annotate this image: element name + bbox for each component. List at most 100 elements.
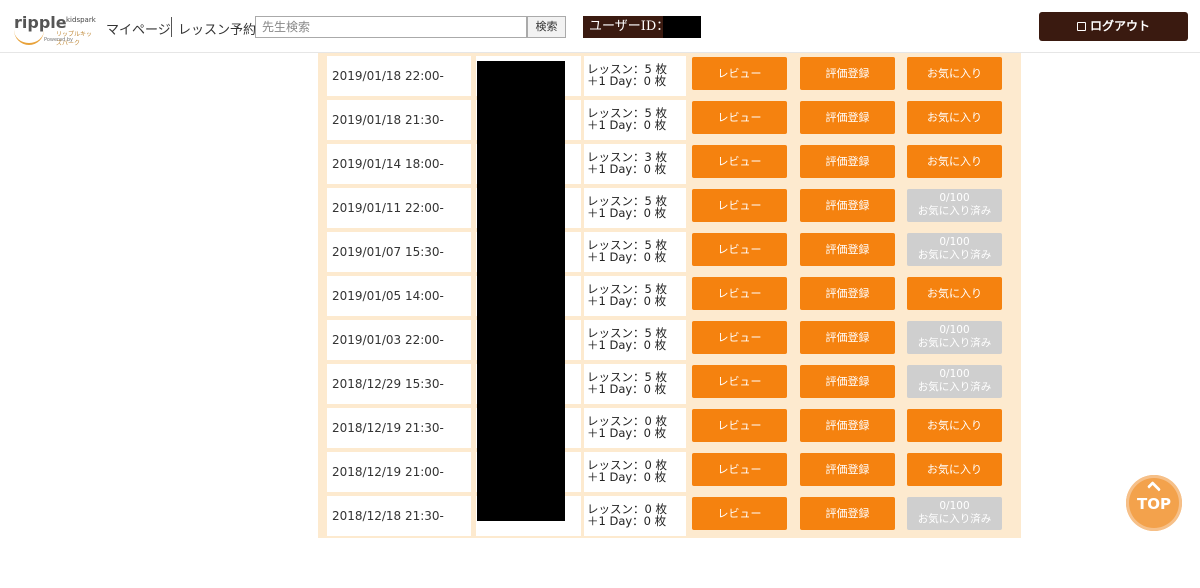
- review-button[interactable]: レビュー: [692, 101, 787, 134]
- ticket-info: レッスン：5 枚＋1 Day：0 枚: [584, 56, 686, 96]
- oneday-ticket-count: ＋1 Day：0 枚: [587, 382, 667, 396]
- lesson-date: 2019/01/18 22:00-: [327, 56, 471, 96]
- favorite-button[interactable]: お気に入り: [907, 277, 1002, 310]
- favorite-button[interactable]: お気に入り: [907, 145, 1002, 178]
- table-row: 2019/01/03 22:00- レッスン：5 枚＋1 Day：0 枚レビュー評…: [318, 319, 1021, 363]
- table-row: 2019/01/18 21:30- レッスン：5 枚＋1 Day：0 枚レビュー評…: [318, 99, 1021, 143]
- favorite-count: 0/100: [939, 324, 970, 336]
- favorited-button: 0/100 お気に入り済み: [907, 189, 1002, 222]
- table-row: 2019/01/07 15:30- レッスン：5 枚＋1 Day：0 枚レビュー評…: [318, 231, 1021, 275]
- logout-button[interactable]: ログアウト: [1039, 12, 1188, 41]
- oneday-ticket-count: ＋1 Day：0 枚: [587, 426, 667, 440]
- arrow-up-icon: [1146, 480, 1162, 496]
- ticket-info: レッスン：5 枚＋1 Day：0 枚: [584, 100, 686, 140]
- scroll-to-top-button[interactable]: TOP: [1126, 475, 1182, 531]
- ticket-info: レッスン：5 枚＋1 Day：0 枚: [584, 276, 686, 316]
- lesson-date: 2018/12/19 21:30-: [327, 408, 471, 448]
- logo-kids-text: kidspark: [66, 16, 96, 24]
- lesson-date: 2019/01/07 15:30-: [327, 232, 471, 272]
- user-id-redacted: [663, 16, 701, 38]
- review-button[interactable]: レビュー: [692, 365, 787, 398]
- favorited-button: 0/100 お気に入り済み: [907, 321, 1002, 354]
- oneday-ticket-count: ＋1 Day：0 枚: [587, 118, 667, 132]
- review-button[interactable]: レビュー: [692, 233, 787, 266]
- review-button[interactable]: レビュー: [692, 57, 787, 90]
- logo-powered-text: Powered by: [44, 37, 73, 43]
- favorited-button: 0/100 お気に入り済み: [907, 497, 1002, 530]
- table-row: 2018/12/18 21:30- レッスン：0 枚＋1 Day：0 枚レビュー評…: [318, 495, 1021, 539]
- header: ripple kidspark リップルキッズパーク Powered by マイ…: [0, 0, 1200, 53]
- favorited-button: 0/100 お気に入り済み: [907, 365, 1002, 398]
- favorite-button[interactable]: お気に入り: [907, 101, 1002, 134]
- evaluate-button[interactable]: 評価登録: [800, 277, 895, 310]
- evaluate-button[interactable]: 評価登録: [800, 321, 895, 354]
- ticket-info: レッスン：5 枚＋1 Day：0 枚: [584, 232, 686, 272]
- evaluate-button[interactable]: 評価登録: [800, 453, 895, 486]
- review-button[interactable]: レビュー: [692, 497, 787, 530]
- logout-label: ログアウト: [1089, 19, 1150, 33]
- evaluate-button[interactable]: 評価登録: [800, 365, 895, 398]
- lesson-date: 2018/12/19 21:00-: [327, 452, 471, 492]
- favorited-label: お気に入り済み: [917, 381, 992, 393]
- nav-mypage-link[interactable]: マイページ: [106, 19, 171, 38]
- evaluate-button[interactable]: 評価登録: [800, 145, 895, 178]
- evaluate-button[interactable]: 評価登録: [800, 189, 895, 222]
- review-button[interactable]: レビュー: [692, 277, 787, 310]
- oneday-ticket-count: ＋1 Day：0 枚: [587, 294, 667, 308]
- favorite-button[interactable]: お気に入り: [907, 453, 1002, 486]
- lesson-date: 2019/01/18 21:30-: [327, 100, 471, 140]
- oneday-ticket-count: ＋1 Day：0 枚: [587, 514, 667, 528]
- ripple-logo[interactable]: ripple kidspark リップルキッズパーク Powered by: [14, 13, 96, 47]
- favorite-count: 0/100: [939, 192, 970, 204]
- review-button[interactable]: レビュー: [692, 409, 787, 442]
- lesson-date: 2019/01/03 22:00-: [327, 320, 471, 360]
- favorite-count: 0/100: [939, 500, 970, 512]
- table-row: 2018/12/19 21:00- レッスン：0 枚＋1 Day：0 枚レビュー評…: [318, 451, 1021, 495]
- ticket-info: レッスン：5 枚＋1 Day：0 枚: [584, 364, 686, 404]
- table-row: 2019/01/18 22:00- レッスン：5 枚＋1 Day：0 枚レビュー評…: [318, 55, 1021, 99]
- favorite-count: 0/100: [939, 368, 970, 380]
- favorited-label: お気に入り済み: [917, 249, 992, 261]
- teacher-search-input[interactable]: [255, 16, 527, 38]
- favorite-button[interactable]: お気に入り: [907, 57, 1002, 90]
- lesson-date: 2019/01/14 18:00-: [327, 144, 471, 184]
- ticket-info: レッスン：5 枚＋1 Day：0 枚: [584, 188, 686, 228]
- top-label: TOP: [1137, 495, 1171, 513]
- teacher-column-redacted: [477, 61, 565, 521]
- lesson-history-table: 2019/01/18 22:00- レッスン：5 枚＋1 Day：0 枚レビュー評…: [318, 53, 1021, 538]
- ticket-info: レッスン：0 枚＋1 Day：0 枚: [584, 452, 686, 492]
- review-button[interactable]: レビュー: [692, 189, 787, 222]
- evaluate-button[interactable]: 評価登録: [800, 497, 895, 530]
- review-button[interactable]: レビュー: [692, 145, 787, 178]
- favorited-button: 0/100 お気に入り済み: [907, 233, 1002, 266]
- table-row: 2019/01/14 18:00- レッスン：3 枚＋1 Day：0 枚レビュー評…: [318, 143, 1021, 187]
- ticket-info: レッスン：0 枚＋1 Day：0 枚: [584, 408, 686, 448]
- review-button[interactable]: レビュー: [692, 321, 787, 354]
- evaluate-button[interactable]: 評価登録: [800, 409, 895, 442]
- nav-divider: [171, 17, 172, 37]
- ticket-info: レッスン：0 枚＋1 Day：0 枚: [584, 496, 686, 536]
- favorited-label: お気に入り済み: [917, 205, 992, 217]
- ticket-info: レッスン：5 枚＋1 Day：0 枚: [584, 320, 686, 360]
- table-row: 2018/12/19 21:30- レッスン：0 枚＋1 Day：0 枚レビュー評…: [318, 407, 1021, 451]
- oneday-ticket-count: ＋1 Day：0 枚: [587, 206, 667, 220]
- oneday-ticket-count: ＋1 Day：0 枚: [587, 250, 667, 264]
- evaluate-button[interactable]: 評価登録: [800, 233, 895, 266]
- evaluate-button[interactable]: 評価登録: [800, 101, 895, 134]
- review-button[interactable]: レビュー: [692, 453, 787, 486]
- oneday-ticket-count: ＋1 Day：0 枚: [587, 74, 667, 88]
- oneday-ticket-count: ＋1 Day：0 枚: [587, 162, 667, 176]
- logout-icon: [1076, 22, 1086, 31]
- lesson-date: 2019/01/11 22:00-: [327, 188, 471, 228]
- favorited-label: お気に入り済み: [917, 337, 992, 349]
- table-row: 2019/01/11 22:00- レッスン：5 枚＋1 Day：0 枚レビュー評…: [318, 187, 1021, 231]
- search-button[interactable]: 検索: [527, 16, 566, 38]
- ticket-info: レッスン：3 枚＋1 Day：0 枚: [584, 144, 686, 184]
- evaluate-button[interactable]: 評価登録: [800, 57, 895, 90]
- nav-lesson-booking-link[interactable]: レッスン予約: [178, 19, 256, 38]
- lesson-date: 2018/12/18 21:30-: [327, 496, 471, 536]
- favorite-count: 0/100: [939, 236, 970, 248]
- favorite-button[interactable]: お気に入り: [907, 409, 1002, 442]
- user-id-label: ユーザーID：: [583, 16, 676, 38]
- favorited-label: お気に入り済み: [917, 513, 992, 525]
